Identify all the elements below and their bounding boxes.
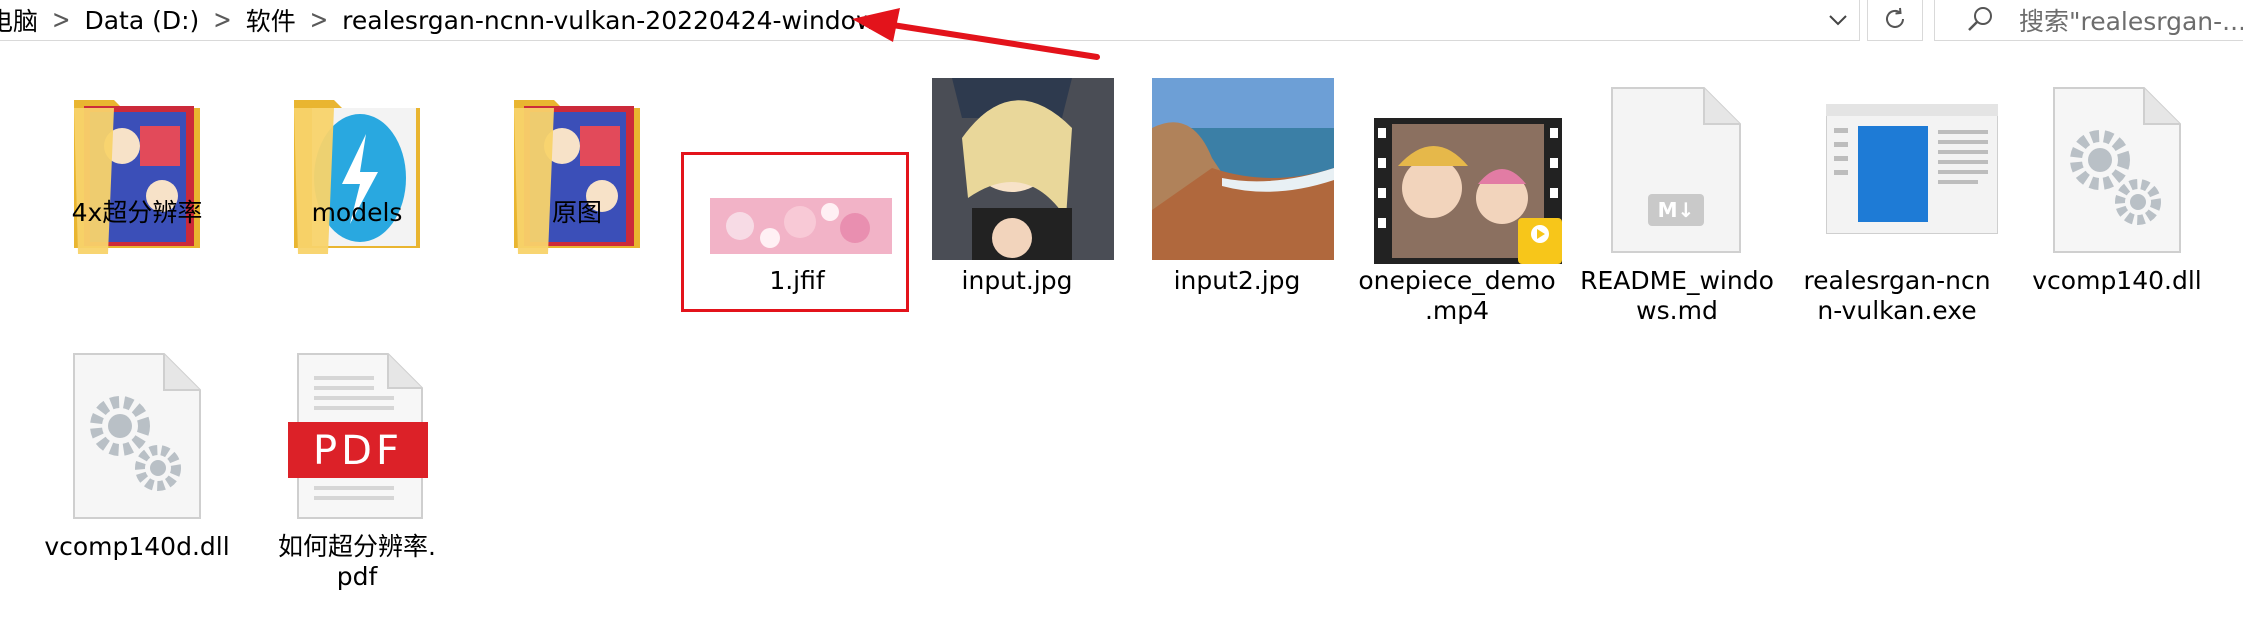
breadcrumb: 电脑 > Data (D:) > 软件 > realesrgan-ncnn-vu… [0, 0, 889, 40]
svg-text:M↓: M↓ [1658, 198, 1695, 222]
file-name-line: 如何超分辨率. [278, 532, 436, 561]
refresh-button[interactable] [1867, 0, 1923, 41]
file-name: realesrgan-ncn n-vulkan.exe [1792, 266, 2002, 326]
breadcrumb-drive-d[interactable]: Data (D:) [84, 6, 199, 35]
file-name-line: README_windo [1580, 266, 1774, 295]
chevron-right-icon[interactable]: > [213, 5, 231, 35]
file-name: 原图 [551, 198, 602, 227]
chevron-right-icon[interactable]: > [310, 5, 328, 35]
address-history-dropdown[interactable] [1818, 0, 1858, 40]
search-icon [1968, 7, 1992, 31]
file-name: README_windo ws.md [1572, 266, 1782, 326]
file-name: onepiece_demo .mp4 [1352, 266, 1562, 326]
file-name-line: ws.md [1636, 296, 1718, 325]
file-name: vcomp140.dll [2032, 266, 2202, 295]
breadcrumb-software[interactable]: 软件 [246, 2, 296, 38]
address-bar: 电脑 > Data (D:) > 软件 > realesrgan-ncnn-vu… [0, 0, 2243, 44]
file-name-line: onepiece_demo [1358, 266, 1556, 295]
file-name-line: n-vulkan.exe [1817, 296, 1977, 325]
file-name: input2.jpg [1173, 266, 1301, 295]
file-name: 如何超分辨率. pdf [252, 532, 462, 592]
image-thumbnail [932, 78, 1114, 260]
file-name-line: realesrgan-ncn [1803, 266, 1991, 295]
file-name-line: pdf [336, 562, 378, 591]
pdf-file-icon: PDF [288, 353, 428, 519]
svg-text:PDF: PDF [313, 428, 403, 474]
breadcrumb-this-pc[interactable]: 电脑 [0, 2, 38, 38]
file-name: vcomp140d.dll [44, 532, 230, 561]
chevron-right-icon[interactable]: > [52, 5, 70, 35]
application-icon [1826, 104, 1998, 234]
folder-icon [514, 100, 640, 254]
folder-icon [294, 100, 420, 254]
search-box[interactable]: 搜索"realesrgan-... [1934, 0, 2243, 41]
file-name: input.jpg [961, 266, 1073, 295]
search-placeholder: 搜索"realesrgan-... [2019, 7, 2243, 36]
image-thumbnail [710, 198, 892, 254]
image-thumbnail [1152, 78, 1334, 260]
video-thumbnail [1374, 118, 1562, 264]
refresh-icon [1886, 7, 1904, 28]
chevron-down-icon [1829, 15, 1847, 26]
file-name: models [311, 198, 403, 227]
gear-file-icon [2053, 87, 2181, 253]
breadcrumb-current-folder[interactable]: realesrgan-ncnn-vulkan-20220424-windows [342, 6, 889, 35]
markdown-file-icon: M↓ [1611, 87, 1741, 253]
folder-icon [74, 100, 200, 254]
gear-file-icon [73, 353, 201, 519]
file-name: 1.jfif [769, 266, 825, 295]
file-name: 4x超分辨率 [71, 198, 203, 227]
file-name-line: .mp4 [1424, 296, 1490, 325]
